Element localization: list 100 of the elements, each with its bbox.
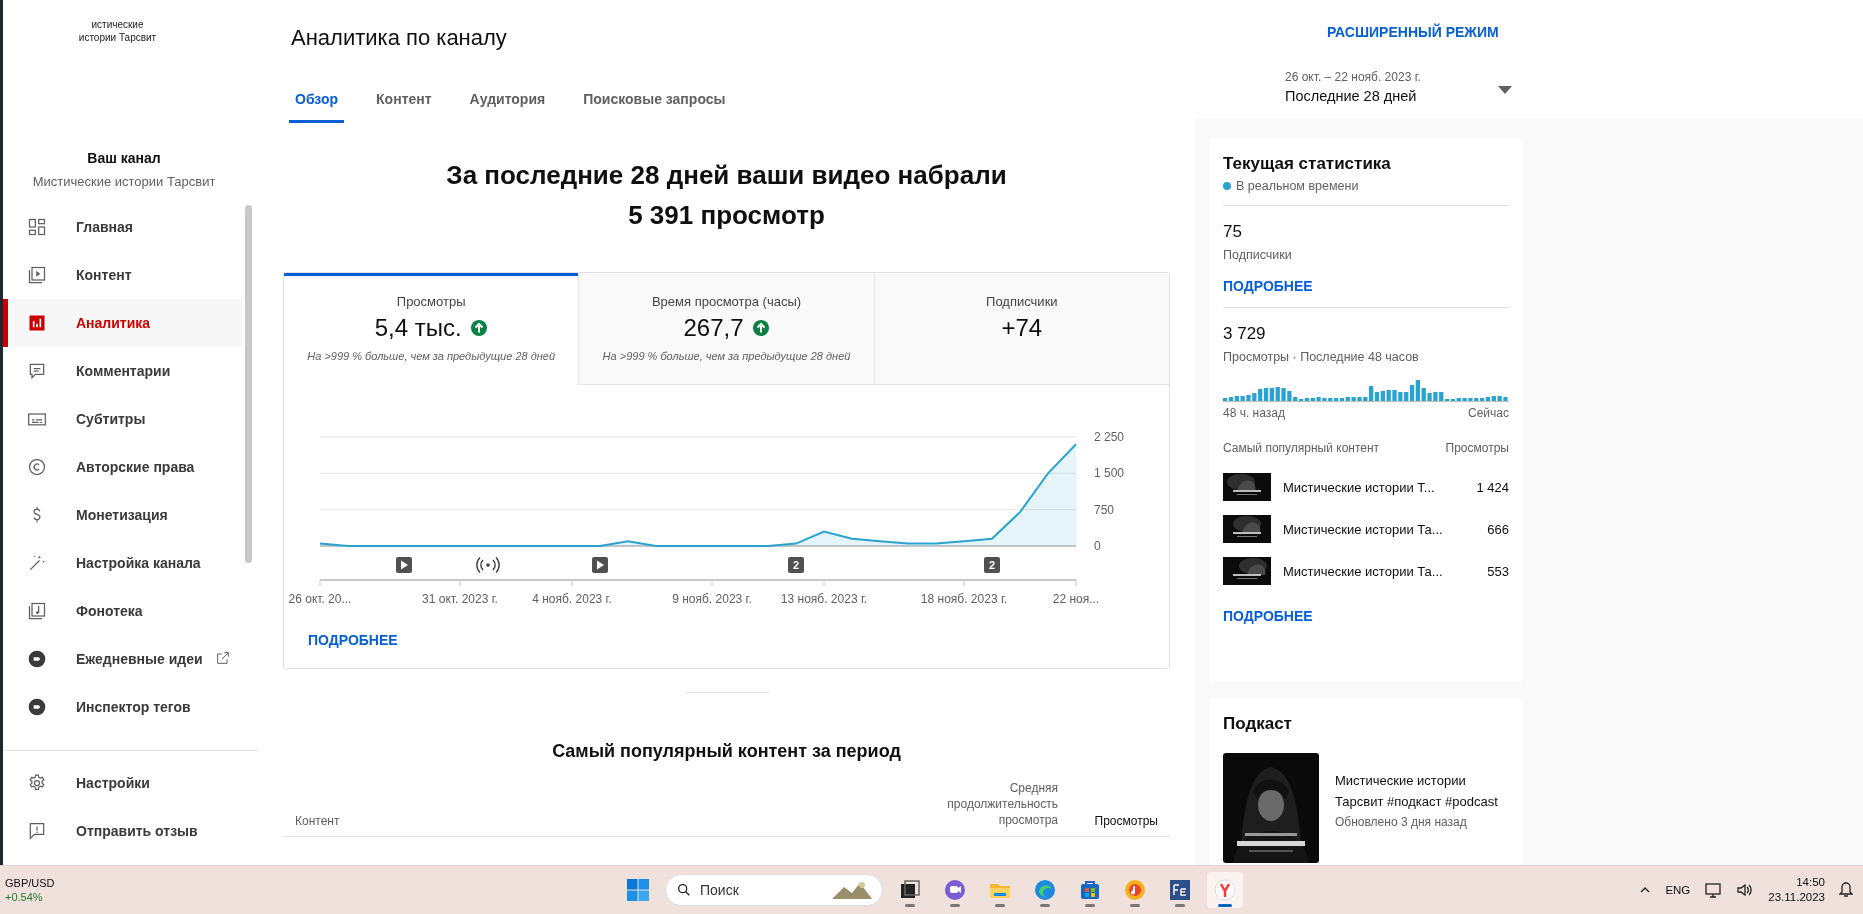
ticker-widget[interactable]: GBP/USD +0.54% [0,876,620,904]
more-link[interactable]: ПОДРОБНЕЕ [1223,278,1313,295]
nav-item[interactable]: Комментарии [3,347,242,395]
stat-value: 3 729 [1223,324,1267,345]
metric-note: На >999 % больше, чем за предыдущие 28 дней [307,350,556,362]
axis-label: 2 250 [1094,430,1125,444]
nav-item[interactable]: Аналитика [3,299,242,347]
metric-value: 5,4 тыс. [374,314,462,342]
section-title: Ваш канал [86,150,162,166]
nav-item[interactable]: Настройки [3,759,242,807]
column-header[interactable]: Контент [295,814,938,828]
network-icon [1704,881,1723,899]
music-app-icon [1123,878,1147,902]
page-title: Аналитика по каналу [290,24,508,52]
date-range-picker[interactable]: 26 окт. – 22 нояб. 2023 г. Последние 28 дней [1285,70,1495,110]
column-header: Самый популярный контент [1223,441,1380,456]
column-header[interactable]: Средняя продолжительность просмотра [938,780,1058,828]
axis-label: 1 500 [1094,466,1125,481]
nav-item[interactable]: Монетизация [3,491,242,539]
stat-value: 75 [1223,222,1243,243]
count-badge[interactable]: 2 [788,557,804,573]
tab[interactable]: Аудитория [463,76,552,123]
metric-label: Подписчики [986,294,1058,309]
axis-label: 48 ч. назад [1223,406,1285,421]
broadcast-icon[interactable] [476,556,500,574]
feedback-icon [27,821,47,841]
content-row[interactable]: Мистические истории Та... 553 [1223,550,1509,593]
section-title: Самый популярный контент за период [551,741,902,762]
music-note-icon [27,601,47,621]
taskbar-app[interactable] [1207,872,1243,908]
advanced-mode-link[interactable]: РАСШИРЕННЫЙ РЕЖИМ [1327,24,1499,40]
axis-label: 13 нояб. 2023 г. [780,592,868,606]
content-row[interactable]: Мистические истории Та... 666 [1223,508,1509,551]
nav-item[interactable]: Инспектор тегов [3,683,242,731]
metric-value: 267,7 [683,314,744,342]
card-title: Подкаст [1223,714,1293,735]
axis-label: 26 окт. 20... [288,592,352,606]
live-label: В реальном времени [1236,179,1359,194]
nav-item[interactable]: Фонотека [3,587,242,635]
scrollbar[interactable] [245,205,252,563]
more-link[interactable]: ПОДРОБНЕЕ [1223,608,1313,625]
circle-logo-icon [27,697,47,717]
more-link[interactable]: ПОДРОБНЕЕ [308,632,398,648]
axis-label: 750 [1094,502,1115,517]
nav-item[interactable]: Субтитры [3,395,242,443]
store-icon [1078,878,1102,902]
nav-item[interactable]: Настройка канала [3,539,242,587]
language-indicator[interactable]: ENG [1665,884,1691,896]
podcast-title[interactable]: Мистические истории Тарсвит #подкаст #podcast [1335,770,1515,813]
tab[interactable]: Обзор [289,76,345,123]
headline: За последние 28 дней ваши видео набрали 5 391 просмотр [445,159,1008,232]
metric-note: На >999 % больше, чем за предыдущие 28 дней [602,350,851,362]
nav-item[interactable]: Ежедневные идеи [3,635,242,683]
stat-label: Подписчики [1223,248,1293,263]
browser-icon [1033,878,1057,902]
search-icon [676,882,692,898]
tab[interactable]: Поисковые запросы [577,76,732,123]
dropdown-caret-icon [1498,86,1512,94]
stat-label: Просмотры · Последние 48 часов [1223,350,1420,365]
nav-item[interactable]: Отправить отзыв [3,807,242,855]
metric-value: +74 [1001,314,1043,342]
card-title: Текущая статистика [1223,154,1392,175]
nav-item[interactable]: Контент [3,251,242,299]
analytics-icon [27,313,47,333]
search-field[interactable]: Поиск [665,874,883,906]
content-row[interactable]: Мистические истории Т... 1 424 [1223,466,1509,509]
settings-icon [27,773,47,793]
metric-tab[interactable]: Время просмотра (часы) 267,7 На >999 % больше, чем за предыдущие 28 дней [578,273,874,385]
axis-label: 4 нояб. 2023 г. [532,592,612,606]
yandex-browser-icon [1213,878,1237,902]
clock[interactable]: 14:50 23.11.2023 [1768,875,1825,905]
bell-icon [1839,882,1853,898]
channel-logo-text: истические истории Тарсвит [77,18,158,45]
video-icon [27,265,47,285]
metric-label: Просмотры [396,294,466,309]
windows-start-icon[interactable] [626,878,650,902]
metric-tab[interactable]: Подписчики +74 [873,273,1169,385]
document-app-icon [1168,878,1192,902]
nav-item[interactable]: Главная [3,203,242,251]
video-marker[interactable] [396,557,412,573]
chat-icon [943,878,967,902]
axis-label: 22 ноя... [1052,592,1100,606]
circle-logo-icon [27,649,47,669]
axis-label: 31 окт. 2023 г. [422,592,498,606]
copyright-icon [27,457,47,477]
axis-label: Сейчас [1468,406,1509,421]
update-note: Обновлено 3 дня назад [1335,815,1468,830]
tab[interactable]: Контент [370,76,438,123]
column-header[interactable]: Просмотры [1058,814,1158,828]
metric-label: Время просмотра (часы) [651,294,802,309]
nav-item[interactable]: Авторские права [3,443,242,491]
video-marker[interactable] [592,557,608,573]
live-dot-icon [1223,182,1231,191]
channel-name: Мистические истории Тарсвит [31,174,217,189]
column-header: Просмотры [1445,441,1509,456]
speaker-icon [1736,881,1755,899]
count-badge[interactable]: 2 [984,557,1000,573]
axis-label: 0 [1094,539,1101,553]
axis-label: 18 нояб. 2023 г. [920,592,1008,606]
landscape-icon [832,879,872,901]
